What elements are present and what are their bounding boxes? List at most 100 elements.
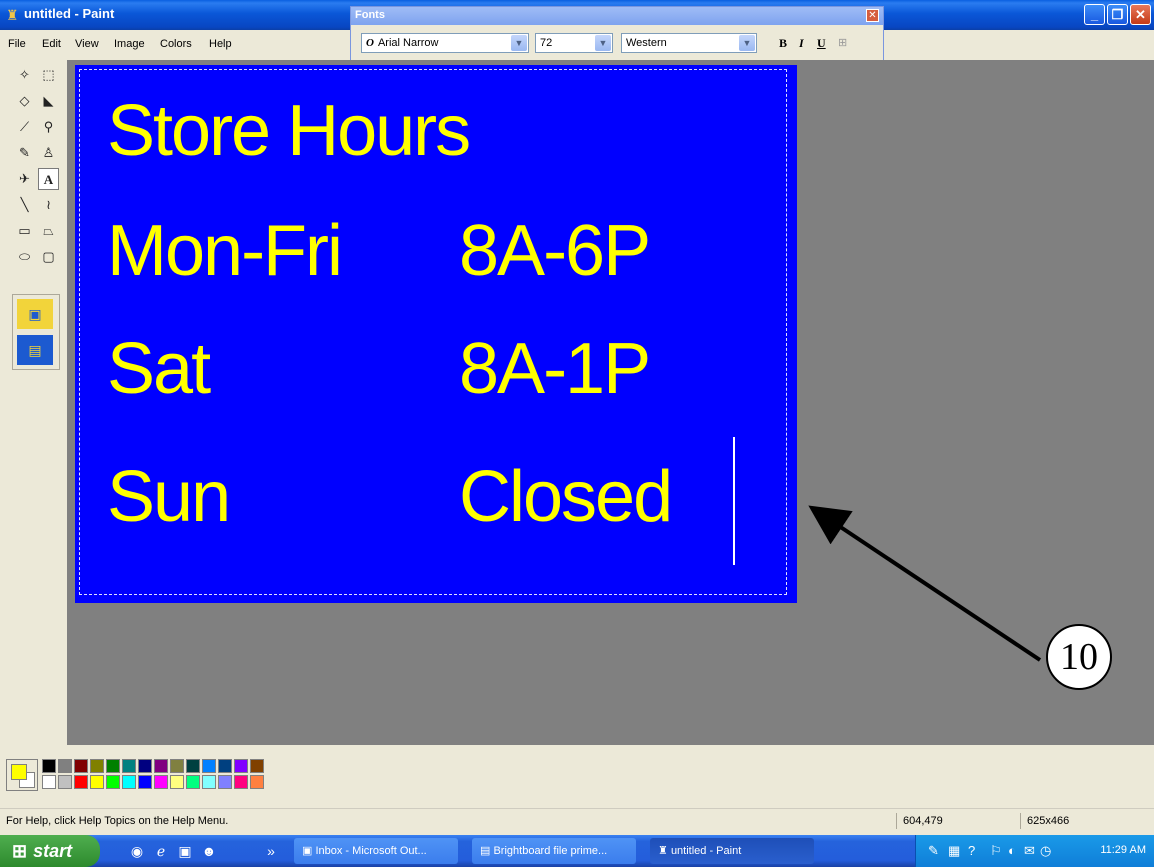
paint-app-icon[interactable]: ♜ xyxy=(6,7,20,23)
palette-swatch[interactable] xyxy=(186,775,200,789)
palette-swatch[interactable] xyxy=(74,759,88,773)
font-size-value: 72 xyxy=(540,37,553,49)
palette-swatch[interactable] xyxy=(170,775,184,789)
brush-icon[interactable]: ♙ xyxy=(38,142,59,164)
close-button[interactable]: ✕ xyxy=(1130,4,1151,25)
menu-view[interactable]: View xyxy=(75,38,99,50)
opentype-font-icon: O xyxy=(366,37,374,49)
palette-swatch[interactable] xyxy=(74,775,88,789)
minimize-button[interactable]: _ xyxy=(1084,4,1105,25)
menu-file[interactable]: File xyxy=(8,38,26,50)
system-tray: ✎ ▦ ? ⚐ ◐ ✉ ◷ 11:29 AM xyxy=(915,835,1154,867)
outlook-icon[interactable]: ▣ xyxy=(176,842,194,860)
chevron-down-icon[interactable]: ▼ xyxy=(511,35,527,51)
current-colors[interactable] xyxy=(6,759,38,791)
palette-swatch[interactable] xyxy=(90,759,104,773)
text-tool-icon[interactable]: A xyxy=(38,168,59,190)
paint-icon: ♜ xyxy=(658,845,668,857)
help-tray-icon[interactable]: ? xyxy=(968,843,975,858)
task-brightboard-file[interactable]: ▤ Brightboard file prime... xyxy=(472,838,636,864)
rounded-rectangle-icon[interactable]: ▢ xyxy=(38,246,59,268)
palette-swatch[interactable] xyxy=(106,759,120,773)
palette-swatch[interactable] xyxy=(202,759,216,773)
palette-swatch[interactable] xyxy=(170,759,184,773)
palette-swatch[interactable] xyxy=(250,759,264,773)
underline-button[interactable]: U xyxy=(817,36,826,51)
menu-colors[interactable]: Colors xyxy=(160,38,192,50)
start-label: start xyxy=(33,841,73,861)
airbrush-icon[interactable]: ✈ xyxy=(14,168,35,190)
task-inbox-outlook[interactable]: ▣ Inbox - Microsoft Out... xyxy=(294,838,458,864)
text-caret xyxy=(733,437,735,565)
maximize-button[interactable]: ❐ xyxy=(1107,4,1128,25)
font-name-select[interactable]: O Arial Narrow ▼ xyxy=(361,33,529,53)
image-size: 625x466 xyxy=(1020,813,1147,829)
magnifier-icon[interactable]: ⚲ xyxy=(38,116,59,138)
line-icon[interactable]: ╲ xyxy=(14,194,35,216)
palette-swatch[interactable] xyxy=(42,759,56,773)
palette-swatch[interactable] xyxy=(218,775,232,789)
fill-icon[interactable]: ◣ xyxy=(38,90,59,112)
free-select-icon[interactable]: ✧ xyxy=(14,64,35,86)
canvas-text-hours: Closed xyxy=(459,457,673,537)
fonts-toolbar-titlebar[interactable]: Fonts ✕ xyxy=(351,7,883,25)
palette-swatch[interactable] xyxy=(154,759,168,773)
internet-explorer-icon[interactable]: ℯ xyxy=(152,842,170,860)
palette-swatch[interactable] xyxy=(106,775,120,789)
eraser-icon[interactable]: ◇ xyxy=(14,90,35,112)
status-help-text: For Help, click Help Topics on the Help … xyxy=(6,815,229,827)
ellipse-icon[interactable]: ⬭ xyxy=(14,246,35,268)
annotation-callout: 10 xyxy=(1046,624,1112,690)
font-size-select[interactable]: 72 ▼ xyxy=(535,33,613,53)
chevron-down-icon[interactable]: ▼ xyxy=(739,35,755,51)
palette-swatch[interactable] xyxy=(122,759,136,773)
outlook-icon: ▣ xyxy=(302,845,313,857)
foreground-color-swatch[interactable] xyxy=(11,764,27,780)
palette-swatch[interactable] xyxy=(58,775,72,789)
network-tray-icon[interactable]: ⚐ xyxy=(990,843,1002,859)
palette-swatch[interactable] xyxy=(42,775,56,789)
display-tray-icon[interactable]: ▦ xyxy=(948,843,960,859)
script-select[interactable]: Western ▼ xyxy=(621,33,757,53)
fonts-close-icon[interactable]: ✕ xyxy=(866,9,879,22)
pen-tray-icon[interactable]: ✎ xyxy=(928,843,939,859)
quick-launch-icon[interactable]: ◉ xyxy=(128,842,146,860)
palette-swatch[interactable] xyxy=(58,759,72,773)
pencil-icon[interactable]: ✎ xyxy=(14,142,35,164)
start-button[interactable]: ⊞ start xyxy=(0,835,100,867)
curve-icon[interactable]: ≀ xyxy=(38,194,59,216)
mail-tray-icon[interactable]: ✉ xyxy=(1024,843,1035,859)
palette-swatch[interactable] xyxy=(138,775,152,789)
menu-edit[interactable]: Edit xyxy=(42,38,61,50)
palette-swatch[interactable] xyxy=(154,775,168,789)
menu-help[interactable]: Help xyxy=(209,38,232,50)
fonts-toolbar-title: Fonts xyxy=(355,9,385,21)
polygon-icon[interactable]: ⏢ xyxy=(38,220,59,242)
firefox-icon[interactable]: ☻ xyxy=(200,842,218,860)
palette-swatch[interactable] xyxy=(186,759,200,773)
palette-swatch[interactable] xyxy=(122,775,136,789)
palette-swatch[interactable] xyxy=(250,775,264,789)
palette-swatch[interactable] xyxy=(138,759,152,773)
italic-button[interactable]: I xyxy=(799,36,804,51)
taskbar: ⊞ start ◉ ℯ ▣ ☻ » ▣ Inbox - Microsoft Out… xyxy=(0,835,1154,867)
palette-swatch[interactable] xyxy=(218,759,232,773)
quick-launch-chevron-icon[interactable]: » xyxy=(262,842,280,860)
palette-swatch[interactable] xyxy=(202,775,216,789)
rectangle-icon[interactable]: ▭ xyxy=(14,220,35,242)
vertical-text-icon[interactable]: ⊞ xyxy=(838,36,847,49)
task-untitled-paint[interactable]: ♜ untitled - Paint xyxy=(650,838,814,864)
palette-swatch[interactable] xyxy=(90,775,104,789)
back-arrow-tray-icon[interactable]: ◐ xyxy=(1008,843,1016,858)
color-picker-icon[interactable]: ⟋ xyxy=(14,116,35,138)
opaque-background-icon[interactable]: ▣ xyxy=(17,299,53,329)
bold-button[interactable]: B xyxy=(779,36,787,51)
rect-select-icon[interactable]: ⬚ xyxy=(38,64,59,86)
palette-swatch[interactable] xyxy=(234,759,248,773)
palette-swatch[interactable] xyxy=(234,775,248,789)
chevron-down-icon[interactable]: ▼ xyxy=(595,35,611,51)
menu-image[interactable]: Image xyxy=(114,38,145,50)
transparent-background-icon[interactable]: ▤ xyxy=(17,335,53,365)
drawing-canvas[interactable]: Store Hours Mon-Fri 8A-6P Sat 8A-1P Sun … xyxy=(75,65,797,603)
clock-tray-icon[interactable]: ◷ xyxy=(1040,843,1051,859)
